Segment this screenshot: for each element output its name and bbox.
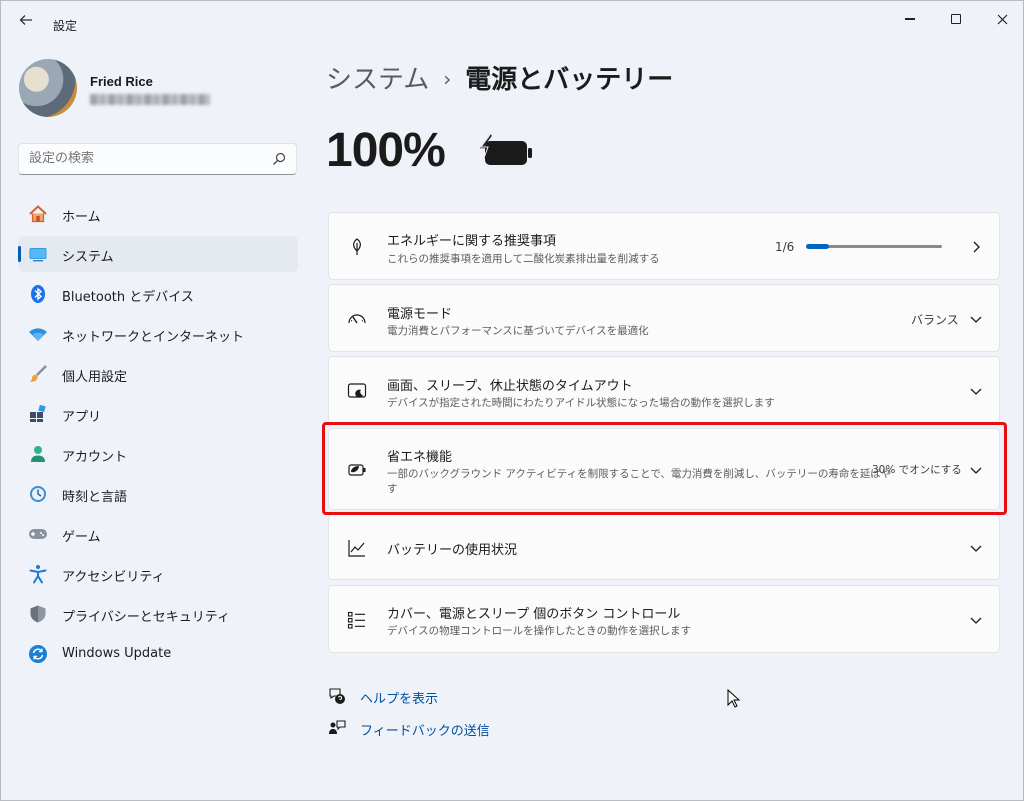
card-title: エネルギーに関する推奨事項 bbox=[387, 234, 557, 249]
breadcrumb-parent[interactable]: システム bbox=[326, 65, 429, 95]
search-icon bbox=[273, 152, 286, 165]
usage-chart-icon bbox=[348, 540, 365, 557]
recommendation-count: 1/6 bbox=[775, 240, 795, 254]
card-subtitle: デバイスが指定された時間にわたりアイドル状態になった場合の動作を選択します bbox=[387, 397, 775, 409]
sidebar-item-time-language[interactable]: 時刻と言語 bbox=[18, 476, 298, 512]
card-subtitle: これらの推奨事項を適用して二酸化炭素排出量を削減する bbox=[387, 253, 660, 265]
sidebar-item-network[interactable]: ネットワークとインターネット bbox=[18, 316, 298, 352]
power-mode-card[interactable]: 電源モード 電力消費とパフォーマンスに基づいてデバイスを最適化 バランス bbox=[328, 284, 1000, 352]
sidebar-item-label: システム bbox=[62, 250, 114, 265]
sidebar-item-gaming[interactable]: ゲーム bbox=[18, 516, 298, 552]
sidebar-item-system[interactable]: システム bbox=[18, 236, 298, 272]
windows-update-icon bbox=[29, 645, 47, 663]
home-icon bbox=[29, 205, 47, 223]
maximize-button[interactable] bbox=[933, 7, 979, 31]
sidebar-item-privacy[interactable]: プライバシーとセキュリティ bbox=[18, 596, 298, 632]
sidebar-item-home[interactable]: ホーム bbox=[18, 196, 298, 232]
sidebar-item-label: Bluetooth とデバイス bbox=[62, 290, 194, 305]
brush-icon bbox=[30, 365, 47, 382]
mouse-cursor-icon bbox=[727, 689, 741, 708]
lid-power-buttons-card[interactable]: カバー、電源とスリープ 個のボタン コントロール デバイスの物理コントロールを操… bbox=[328, 585, 1000, 653]
sidebar-item-label: Windows Update bbox=[62, 646, 172, 661]
progress-fill bbox=[806, 244, 829, 249]
battery-charging-icon bbox=[479, 134, 532, 165]
screen-sleep-timeout-card[interactable]: 画面、スリープ、休止状態のタイムアウト デバイスが指定された時間にわたりアイドル… bbox=[328, 356, 1000, 424]
sidebar-item-personalization[interactable]: 個人用設定 bbox=[18, 356, 298, 392]
account-icon bbox=[31, 446, 45, 462]
highlight-box bbox=[322, 422, 1007, 515]
recommendation-progress bbox=[806, 244, 942, 249]
search-input[interactable] bbox=[29, 151, 259, 166]
sidebar-item-label: アクセシビリティ bbox=[62, 570, 165, 585]
screen-sleep-icon bbox=[347, 383, 367, 398]
sidebar-item-windows-update[interactable]: Windows Update bbox=[18, 636, 298, 672]
chevron-right-icon bbox=[973, 241, 980, 253]
card-title: バッテリーの使用状況 bbox=[387, 543, 518, 558]
profile-name: Fried Rice bbox=[90, 74, 153, 89]
chevron-down-icon bbox=[970, 388, 982, 395]
system-icon bbox=[29, 248, 47, 262]
sidebar-item-accessibility[interactable]: アクセシビリティ bbox=[18, 556, 298, 592]
title-bar: 設定 bbox=[1, 1, 1023, 41]
help-icon bbox=[329, 688, 345, 704]
card-subtitle: 電力消費とパフォーマンスに基づいてデバイスを最適化 bbox=[387, 325, 649, 337]
sidebar-item-label: 時刻と言語 bbox=[62, 490, 128, 505]
chevron-down-icon bbox=[970, 545, 982, 552]
back-arrow-icon[interactable] bbox=[15, 11, 37, 33]
gauge-icon bbox=[348, 314, 366, 324]
time-language-icon bbox=[30, 486, 46, 502]
battery-percentage: 100% bbox=[326, 124, 446, 177]
apps-icon bbox=[30, 404, 46, 422]
energy-recommendations-card[interactable]: エネルギーに関する推奨事項 これらの推奨事項を適用して二酸化炭素排出量を削減する… bbox=[328, 212, 1000, 280]
accessibility-icon bbox=[29, 565, 47, 584]
card-title: 電源モード bbox=[387, 307, 453, 322]
sidebar-item-label: プライバシーとセキュリティ bbox=[62, 610, 230, 625]
chevron-down-icon bbox=[970, 316, 982, 323]
feedback-link-label: フィードバックの送信 bbox=[360, 724, 490, 739]
wifi-icon bbox=[29, 328, 47, 341]
sidebar-item-label: アカウント bbox=[62, 450, 128, 465]
avatar bbox=[19, 59, 77, 117]
sidebar-item-label: ホーム bbox=[62, 210, 101, 225]
page-title: 電源とバッテリー bbox=[465, 65, 674, 95]
profile-email-blurred bbox=[90, 94, 210, 105]
help-link-label: ヘルプを表示 bbox=[360, 692, 439, 707]
bluetooth-icon bbox=[31, 285, 45, 303]
sidebar-item-accounts[interactable]: アカウント bbox=[18, 436, 298, 472]
close-button[interactable] bbox=[979, 7, 1024, 31]
leaf-icon bbox=[353, 238, 361, 255]
sidebar-item-bluetooth[interactable]: Bluetooth とデバイス bbox=[18, 276, 298, 312]
battery-usage-card[interactable]: バッテリーの使用状況 bbox=[328, 514, 1000, 580]
sidebar-item-label: 個人用設定 bbox=[62, 370, 128, 385]
breadcrumb: システム › 電源とバッテリー bbox=[326, 59, 673, 96]
window-title: 設定 bbox=[53, 19, 78, 33]
close-icon bbox=[997, 14, 1007, 24]
sidebar-item-label: ゲーム bbox=[62, 530, 101, 545]
gamepad-icon bbox=[29, 529, 47, 539]
sidebar-item-label: アプリ bbox=[62, 410, 102, 425]
sidebar-item-label: ネットワークとインターネット bbox=[62, 330, 245, 345]
settings-window: 設定 Fried Rice ホーム システム Bluetooth とデバイス bbox=[0, 0, 1024, 801]
chevron-down-icon bbox=[970, 617, 982, 624]
feedback-icon bbox=[329, 720, 346, 734]
card-title: カバー、電源とスリープ 個のボタン コントロール bbox=[387, 607, 681, 622]
card-title: 画面、スリープ、休止状態のタイムアウト bbox=[387, 379, 633, 394]
search-box[interactable] bbox=[18, 143, 297, 175]
breadcrumb-separator: › bbox=[443, 67, 452, 91]
minimize-icon bbox=[905, 18, 915, 20]
power-mode-select[interactable]: バランス bbox=[911, 311, 959, 328]
sidebar-item-apps[interactable]: アプリ bbox=[18, 396, 298, 432]
minimize-button[interactable] bbox=[887, 7, 933, 31]
buttons-list-icon bbox=[347, 611, 365, 629]
card-subtitle: デバイスの物理コントロールを操作したときの動作を選択します bbox=[387, 625, 692, 637]
maximize-icon bbox=[951, 14, 961, 24]
shield-icon bbox=[30, 605, 46, 623]
sidebar-nav: ホーム システム Bluetooth とデバイス ネットワークとインターネット … bbox=[18, 196, 298, 676]
